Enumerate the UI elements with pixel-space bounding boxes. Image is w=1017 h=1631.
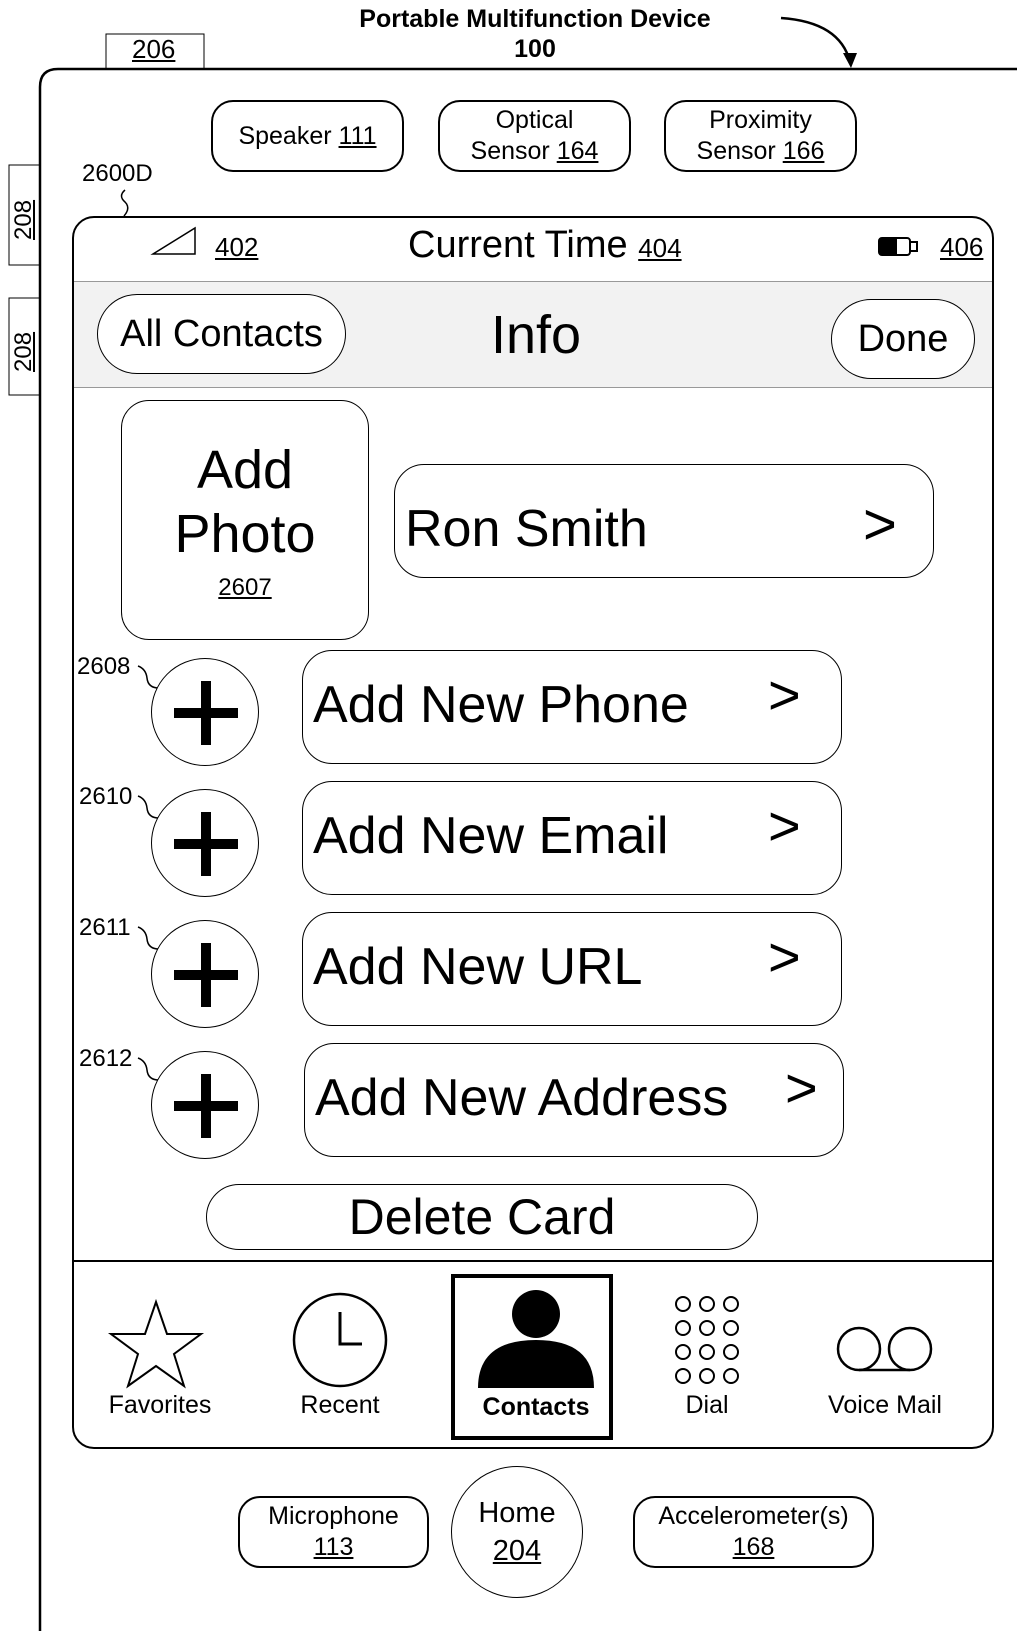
page-title: Info <box>491 305 582 365</box>
contact-name: Ron Smith <box>405 500 648 558</box>
speaker-number: 111 <box>338 121 377 150</box>
nav-bar: All Contacts Info Done <box>74 282 992 388</box>
speaker-sensor: Speaker 111 <box>211 100 404 172</box>
ref-206: 206 <box>132 34 176 64</box>
add-email-chevron-icon: > <box>768 794 801 857</box>
time-ref: 404 <box>638 233 682 263</box>
clock-icon <box>292 1292 388 1388</box>
add-url-plus-button[interactable] <box>151 920 259 1028</box>
device-title: Portable Multifunction Device 100 <box>300 4 770 64</box>
add-email-plus-button[interactable] <box>151 789 259 897</box>
done-label: Done <box>857 317 949 360</box>
ref-208-top: 208 <box>10 199 37 240</box>
add-phone-label: Add New Phone <box>313 676 689 734</box>
add-row-phone: Add New Phone > <box>74 650 992 770</box>
add-row-email: Add New Email > <box>74 781 992 901</box>
add-email-label: Add New Email <box>313 807 669 865</box>
name-chevron-icon: > <box>863 492 897 557</box>
device-number: 100 <box>514 35 556 63</box>
add-address-button[interactable]: Add New Address > <box>304 1043 844 1157</box>
proximity-line2: Sensor <box>696 137 776 165</box>
tab-bar: Favorites Recent Contacts Dial Voice Mai… <box>74 1260 992 1447</box>
ref-2608: 2608 <box>77 653 131 680</box>
add-phone-plus-button[interactable] <box>151 658 259 766</box>
add-url-button[interactable]: Add New URL > <box>302 912 842 1026</box>
ref-208-bottom: 208 <box>10 331 37 372</box>
add-address-plus-button[interactable] <box>151 1051 259 1159</box>
microphone-number: 113 <box>313 1533 354 1561</box>
voicemail-icon <box>836 1326 933 1372</box>
keypad-icon <box>675 1296 739 1384</box>
current-time: Current Time 404 <box>408 224 682 267</box>
contact-name-button[interactable]: Ron Smith > <box>394 464 934 578</box>
tab-voicemail-label: Voice Mail <box>828 1391 942 1419</box>
add-photo-line2: Photo <box>174 504 316 564</box>
current-time-label: Current Time <box>408 224 628 266</box>
done-button[interactable]: Done <box>831 299 975 379</box>
tab-dial[interactable]: Dial <box>634 1262 784 1442</box>
delete-card-button[interactable]: Delete Card <box>206 1184 758 1250</box>
ref-2610: 2610 <box>79 783 133 810</box>
optical-line1: Optical <box>495 106 574 134</box>
accelerometer-component: Accelerometer(s) 168 <box>633 1496 874 1568</box>
add-phone-button[interactable]: Add New Phone > <box>302 650 842 764</box>
add-photo-line1: Add <box>196 440 294 500</box>
add-email-button[interactable]: Add New Email > <box>302 781 842 895</box>
star-icon <box>107 1298 205 1389</box>
speaker-label: Speaker <box>238 121 332 150</box>
battery-ref: 406 <box>940 232 984 262</box>
home-label: Home <box>478 1497 556 1529</box>
add-address-label: Add New Address <box>315 1069 729 1127</box>
add-phone-chevron-icon: > <box>768 663 801 726</box>
proximity-line1: Proximity <box>709 106 812 134</box>
tab-contacts-label: Contacts <box>482 1393 590 1421</box>
proximity-sensor: Proximity Sensor 166 <box>664 100 857 172</box>
tab-favorites[interactable]: Favorites <box>84 1262 234 1442</box>
add-url-label: Add New URL <box>313 938 643 996</box>
home-number: 204 <box>492 1535 542 1567</box>
tab-recent[interactable]: Recent <box>264 1262 414 1442</box>
ref-2600d: 2600D <box>82 160 153 187</box>
add-row-address: Add New Address > <box>74 1043 992 1163</box>
status-bar: 402 Current Time 404 406 <box>74 218 992 282</box>
screen: 402 Current Time 404 406 All Contacts In… <box>72 216 994 1449</box>
add-photo-ref: 2607 <box>218 574 272 601</box>
add-photo-button[interactable]: Add Photo 2607 <box>121 400 369 640</box>
delete-card-label: Delete Card <box>348 1189 616 1245</box>
accelerometer-label: Accelerometer(s) <box>658 1502 849 1530</box>
ref-2612: 2612 <box>79 1045 133 1072</box>
add-row-url: Add New URL > <box>74 912 992 1032</box>
add-url-chevron-icon: > <box>768 925 801 988</box>
optical-sensor: Optical Sensor 164 <box>438 100 631 172</box>
microphone-label: Microphone <box>268 1502 399 1530</box>
accelerometer-number: 168 <box>732 1533 775 1561</box>
tab-dial-label: Dial <box>685 1391 729 1419</box>
optical-number: 164 <box>556 137 599 165</box>
proximity-number: 166 <box>782 137 825 165</box>
tab-contacts[interactable]: Contacts <box>451 1274 613 1440</box>
signal-ref: 402 <box>215 232 259 262</box>
tab-voicemail[interactable]: Voice Mail <box>799 1262 969 1442</box>
home-button[interactable]: Home 204 <box>451 1466 583 1598</box>
optical-line2: Sensor <box>470 137 550 165</box>
add-address-chevron-icon: > <box>785 1056 818 1119</box>
microphone-component: Microphone 113 <box>238 1496 429 1568</box>
tab-favorites-label: Favorites <box>108 1391 212 1419</box>
tab-recent-label: Recent <box>300 1391 380 1419</box>
all-contacts-button[interactable]: All Contacts <box>97 294 346 374</box>
ref-2611: 2611 <box>79 914 131 941</box>
person-icon <box>478 1290 594 1388</box>
all-contacts-label: All Contacts <box>120 312 323 355</box>
device-title-text: Portable Multifunction Device <box>359 5 711 33</box>
